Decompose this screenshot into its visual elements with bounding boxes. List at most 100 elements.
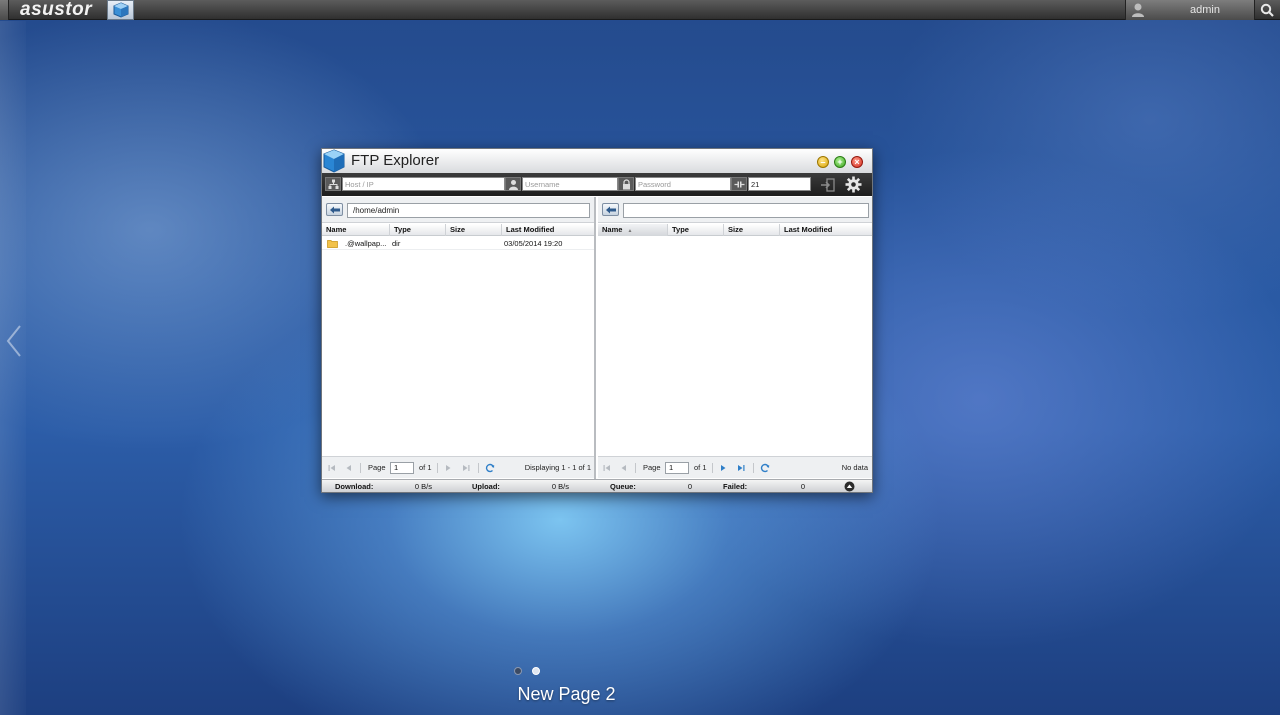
remote-back-button[interactable] xyxy=(602,203,619,216)
expand-queue-icon[interactable] xyxy=(844,481,855,492)
gear-icon[interactable] xyxy=(845,176,862,193)
queue-label: Queue: xyxy=(610,482,636,491)
search-icon[interactable] xyxy=(1258,2,1278,19)
maximize-button[interactable]: + xyxy=(834,156,846,168)
remote-path-bar xyxy=(598,197,872,223)
row-modified: 03/05/2014 19:20 xyxy=(504,239,563,248)
column-header-size[interactable]: Size xyxy=(446,224,502,236)
download-value: 0 B/s xyxy=(414,482,432,491)
user-icon xyxy=(505,177,521,191)
previous-page-icon[interactable] xyxy=(344,463,354,473)
first-page-icon[interactable] xyxy=(602,463,612,473)
remote-path-input[interactable] xyxy=(623,203,869,218)
password-input[interactable] xyxy=(635,177,731,191)
back-arrow-icon xyxy=(330,206,340,214)
app-launcher-button[interactable] xyxy=(107,0,134,20)
desktop-left-edge xyxy=(0,21,26,715)
ftp-explorer-window: FTP Explorer – + × Host / IP Username 21… xyxy=(321,148,873,493)
page-label: Page xyxy=(368,463,386,472)
pager-display-info: Displaying 1 - 1 of 1 xyxy=(524,463,591,472)
previous-page-icon[interactable] xyxy=(619,463,629,473)
next-page-icon[interactable] xyxy=(443,463,453,473)
local-back-button[interactable] xyxy=(326,203,343,216)
chevron-left-icon[interactable] xyxy=(4,324,24,358)
page-number-input[interactable]: 1 xyxy=(390,462,414,474)
column-header-name[interactable]: Name xyxy=(322,224,390,236)
user-menu[interactable]: admin xyxy=(1125,0,1255,20)
minimize-button[interactable]: – xyxy=(817,156,829,168)
back-arrow-icon xyxy=(606,206,616,214)
remote-pager: Page 1 of 1 No data xyxy=(598,456,872,478)
close-button[interactable]: × xyxy=(851,156,863,168)
app-cube-icon xyxy=(113,2,129,18)
pager-display-info: No data xyxy=(841,463,868,472)
asustor-logo: asustor xyxy=(20,0,93,20)
user-icon xyxy=(1132,3,1144,17)
pager-separator xyxy=(712,463,713,473)
top-taskbar: asustor admin xyxy=(0,0,1280,20)
page-dot-2[interactable] xyxy=(532,667,540,675)
failed-label: Failed: xyxy=(723,482,748,491)
column-header-type[interactable]: Type xyxy=(390,224,446,236)
desktop-page-label: New Page 2 xyxy=(517,684,616,704)
port-field-group xyxy=(731,177,811,191)
first-page-icon[interactable] xyxy=(327,463,337,473)
host-field-group xyxy=(325,177,505,191)
column-header-last-modified[interactable]: Last Modified xyxy=(780,224,872,236)
page-total: of 1 xyxy=(694,463,707,472)
table-row[interactable]: .@wallpap... dir 03/05/2014 19:20 xyxy=(322,237,594,250)
taskbar-left-edge xyxy=(0,0,9,20)
upload-label: Upload: xyxy=(472,482,500,491)
refresh-icon[interactable] xyxy=(485,463,495,473)
column-header-name-label: Name xyxy=(602,225,623,234)
remote-pane: Name ▲ Type Size Last Modified Page 1 of … xyxy=(598,197,872,479)
port-input[interactable] xyxy=(748,177,811,191)
upload-value: 0 B/s xyxy=(551,482,569,491)
local-table-header: Name Type Size Last Modified xyxy=(322,224,594,236)
ftp-explorer-app-icon xyxy=(323,149,345,173)
page-total: of 1 xyxy=(419,463,432,472)
pager-separator xyxy=(437,463,438,473)
username-field-group xyxy=(505,177,618,191)
queue-value: 0 xyxy=(687,482,692,491)
local-pager: Page 1 of 1 Displaying 1 - 1 of 1 xyxy=(322,456,594,478)
row-name: .@wallpap... xyxy=(345,239,387,248)
failed-value: 0 xyxy=(800,482,805,491)
window-titlebar[interactable]: FTP Explorer – + × xyxy=(322,149,872,173)
close-icon: × xyxy=(854,157,860,167)
connect-icon[interactable] xyxy=(820,177,836,193)
host-input[interactable] xyxy=(342,177,505,191)
row-type: dir xyxy=(392,239,401,248)
lock-icon xyxy=(618,177,634,191)
last-page-icon[interactable] xyxy=(736,463,746,473)
user-name: admin xyxy=(1190,4,1220,16)
column-header-last-modified[interactable]: Last Modified xyxy=(502,224,596,236)
local-pane: /home/admin Name Type Size Last Modified… xyxy=(322,197,596,479)
network-icon xyxy=(325,177,341,191)
local-path-input[interactable]: /home/admin xyxy=(347,203,590,218)
page-number-input[interactable]: 1 xyxy=(665,462,689,474)
sort-ascending-icon: ▲ xyxy=(627,228,633,234)
maximize-icon: + xyxy=(837,157,843,167)
minimize-icon: – xyxy=(820,157,826,167)
download-label: Download: xyxy=(335,482,374,491)
folder-icon xyxy=(327,240,338,248)
remote-table-header: Name ▲ Type Size Last Modified xyxy=(598,224,872,236)
pager-separator xyxy=(635,463,636,473)
window-title: FTP Explorer xyxy=(351,152,440,169)
last-page-icon[interactable] xyxy=(461,463,471,473)
row-size xyxy=(446,237,502,250)
refresh-icon[interactable] xyxy=(760,463,770,473)
page-dot-1[interactable] xyxy=(514,667,522,675)
local-path-bar: /home/admin xyxy=(322,197,594,223)
password-field-group xyxy=(618,177,731,191)
connection-bar xyxy=(322,173,872,196)
username-input[interactable] xyxy=(522,177,618,191)
column-header-size[interactable]: Size xyxy=(724,224,780,236)
column-header-type[interactable]: Type xyxy=(668,224,724,236)
port-plug-icon xyxy=(731,177,747,191)
transfer-status-bar: Download: 0 B/s Upload: 0 B/s Queue: 0 F… xyxy=(322,479,872,492)
next-page-icon[interactable] xyxy=(718,463,728,473)
page-label: Page xyxy=(643,463,661,472)
column-header-name[interactable]: Name ▲ xyxy=(598,224,668,236)
